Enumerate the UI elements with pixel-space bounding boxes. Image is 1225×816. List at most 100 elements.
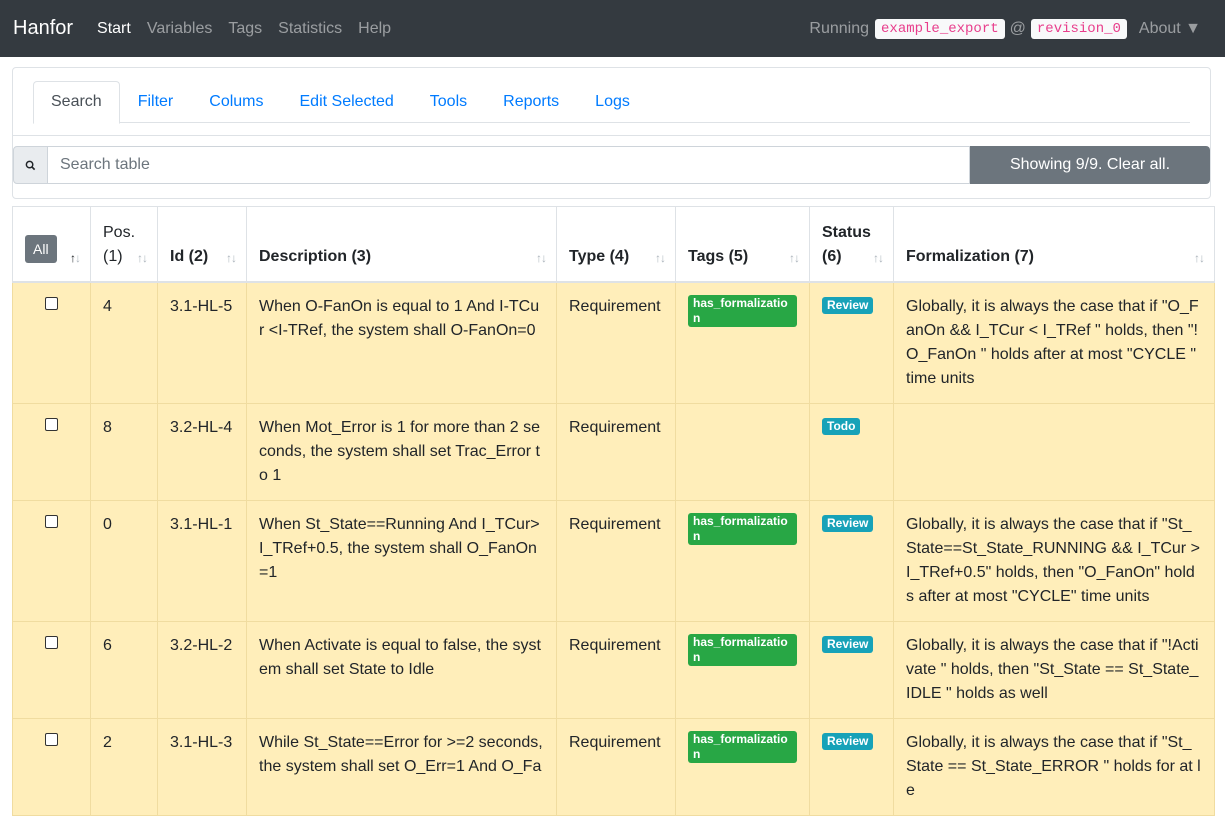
row-checkbox[interactable] (45, 417, 58, 431)
table-row[interactable]: 0 3.1-HL-1 When St_State==Running And I_… (12, 499, 1215, 622)
formalization-cell: Globally, it is always the case that if … (893, 620, 1215, 719)
row-checkbox[interactable] (45, 514, 58, 528)
search-input[interactable] (48, 146, 970, 184)
status-header-line1: Status (822, 223, 871, 241)
status-badge[interactable]: Review (822, 635, 874, 653)
about-dropdown[interactable]: About ▼ (1139, 20, 1201, 38)
id-cell[interactable]: 3.1-HL-1 (157, 499, 247, 622)
id-cell[interactable]: 3.2-HL-4 (157, 402, 247, 501)
table-row[interactable]: 8 3.2-HL-4 When Mot_Error is 1 for more … (12, 402, 1215, 501)
tab-edit-selected[interactable]: Edit Selected (282, 81, 412, 123)
status-column-header[interactable]: Status (6) ↑↓ (809, 206, 894, 283)
sort-icon[interactable]: ↑↓ (789, 251, 800, 265)
description-cell: When Activate is equal to false, the sys… (246, 620, 557, 719)
description-cell: When Mot_Error is 1 for more than 2 seco… (246, 402, 557, 501)
id-column-header[interactable]: Id (2) ↑↓ (157, 206, 247, 283)
description-cell: While St_State==Error for >=2 seconds, t… (246, 717, 557, 816)
description-cell: When St_State==Running And I_TCur>I_TRef… (246, 499, 557, 622)
revision-badge: revision_0 (1030, 18, 1127, 39)
table-header-row: All ↑↓ Pos. (1) ↑↓ Id (2) ↑↓ Description… (12, 206, 1215, 283)
tab-search[interactable]: Search (33, 81, 120, 124)
nav-variables[interactable]: Variables (147, 20, 213, 38)
brand-logo[interactable]: Hanfor (13, 17, 73, 40)
tab-bar: Search Filter Colums Edit Selected Tools… (33, 81, 1190, 124)
divider (13, 135, 1210, 136)
sort-icon[interactable]: ↑↓ (137, 251, 148, 265)
type-cell: Requirement (556, 281, 676, 404)
type-header-label: Type (4) (569, 247, 630, 265)
export-name-badge: example_export (875, 18, 1005, 39)
tags-column-header[interactable]: Tags (5) ↑↓ (675, 206, 810, 283)
search-icon (13, 146, 48, 184)
status-badge[interactable]: Todo (822, 417, 861, 435)
id-cell[interactable]: 3.1-HL-5 (157, 281, 247, 404)
tab-filter[interactable]: Filter (120, 81, 192, 123)
tags-header-label: Tags (5) (688, 247, 749, 265)
nav-start[interactable]: Start (97, 20, 131, 38)
sort-icon[interactable]: ↑↓ (226, 251, 237, 265)
row-checkbox[interactable] (45, 732, 58, 746)
tab-columns[interactable]: Colums (191, 81, 281, 123)
tab-logs[interactable]: Logs (577, 81, 648, 123)
at-separator: @ (1009, 19, 1026, 37)
formalization-cell: Globally, it is always the case that if … (893, 717, 1215, 816)
sort-icon[interactable]: ↑↓ (70, 251, 81, 265)
formalization-column-header[interactable]: Formalization (7) ↑↓ (893, 206, 1215, 283)
table-row[interactable]: 4 3.1-HL-5 When O-FanOn is equal to 1 An… (12, 281, 1215, 404)
status-badge[interactable]: Review (822, 296, 874, 314)
table-row[interactable]: 6 3.2-HL-2 When Activate is equal to fal… (12, 620, 1215, 719)
tab-reports[interactable]: Reports (485, 81, 577, 123)
status-cell: Review (809, 620, 894, 719)
type-column-header[interactable]: Type (4) ↑↓ (556, 206, 676, 283)
sort-icon[interactable]: ↑↓ (1194, 251, 1205, 265)
row-checkbox[interactable] (45, 635, 58, 649)
tab-tools[interactable]: Tools (412, 81, 485, 123)
formalization-cell (893, 402, 1215, 501)
nav-statistics[interactable]: Statistics (278, 20, 342, 38)
select-cell (12, 499, 91, 622)
tag-badge[interactable]: has_formalization (688, 633, 797, 666)
formalization-cell: Globally, it is always the case that if … (893, 281, 1215, 404)
select-cell (12, 620, 91, 719)
nav-help[interactable]: Help (358, 20, 391, 38)
select-cell (12, 402, 91, 501)
running-label: Running (809, 19, 870, 37)
pos-column-header[interactable]: Pos. (1) ↑↓ (90, 206, 158, 283)
status-cell: Review (809, 499, 894, 622)
nav-tags[interactable]: Tags (228, 20, 262, 38)
tags-cell: has_formalization (675, 620, 810, 719)
status-badge[interactable]: Review (822, 732, 874, 750)
tags-cell: has_formalization (675, 281, 810, 404)
tag-badge[interactable]: has_formalization (688, 730, 797, 763)
status-cell: Review (809, 281, 894, 404)
description-cell: When O-FanOn is equal to 1 And I-TCur <I… (246, 281, 557, 404)
pos-cell: 0 (90, 499, 158, 622)
type-cell: Requirement (556, 620, 676, 719)
row-checkbox[interactable] (45, 296, 58, 310)
status-cell: Review (809, 717, 894, 816)
top-navbar: Hanfor Start Variables Tags Statistics H… (0, 0, 1225, 57)
select-all-button[interactable]: All (25, 234, 57, 263)
table-row[interactable]: 2 3.1-HL-3 While St_State==Error for >=2… (12, 717, 1215, 816)
select-column-header: All ↑↓ (12, 206, 91, 283)
description-column-header[interactable]: Description (3) ↑↓ (246, 206, 557, 283)
sort-icon[interactable]: ↑↓ (655, 251, 666, 265)
type-cell: Requirement (556, 499, 676, 622)
id-cell[interactable]: 3.1-HL-3 (157, 717, 247, 816)
pos-cell: 6 (90, 620, 158, 719)
tags-cell: has_formalization (675, 499, 810, 622)
id-cell[interactable]: 3.2-HL-2 (157, 620, 247, 719)
pos-cell: 2 (90, 717, 158, 816)
formalization-header-label: Formalization (7) (906, 247, 1035, 265)
status-badge[interactable]: Review (822, 514, 874, 532)
sort-icon[interactable]: ↑↓ (873, 251, 884, 265)
session-info: Running example_export @ revision_0 Abou… (809, 0, 1201, 57)
formalization-cell: Globally, it is always the case that if … (893, 499, 1215, 622)
id-header-label: Id (2) (170, 247, 209, 265)
tag-badge[interactable]: has_formalization (688, 512, 797, 545)
sort-icon[interactable]: ↑↓ (536, 251, 547, 265)
tag-badge[interactable]: has_formalization (688, 294, 797, 327)
controls-card: Search Filter Colums Edit Selected Tools… (12, 67, 1211, 199)
description-header-label: Description (3) (259, 247, 372, 265)
clear-all-button[interactable]: Showing 9/9. Clear all. (970, 146, 1210, 184)
